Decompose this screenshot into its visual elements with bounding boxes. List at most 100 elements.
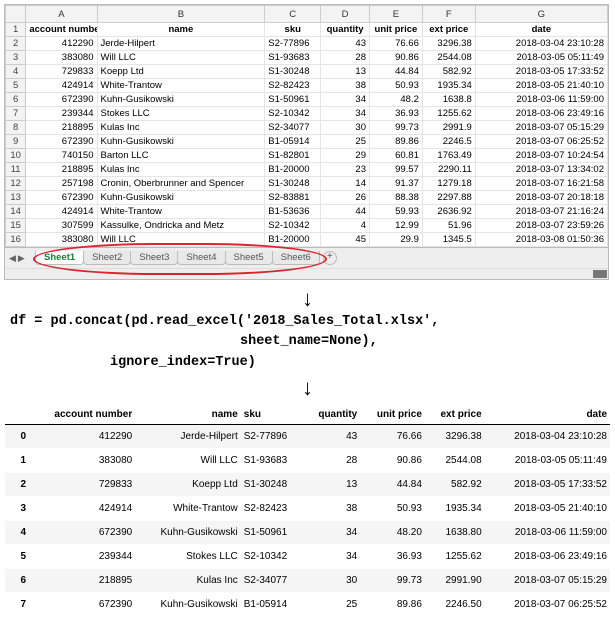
cell[interactable]: S1-30248	[265, 65, 321, 79]
cell[interactable]: 50.93	[370, 79, 423, 93]
cell[interactable]: 424914	[26, 205, 97, 219]
cell[interactable]: 60.81	[370, 149, 423, 163]
cell[interactable]: 90.86	[370, 51, 423, 65]
cell[interactable]: 4	[321, 219, 370, 233]
cell[interactable]: 23	[321, 163, 370, 177]
sheet-tab[interactable]: Sheet4	[177, 251, 225, 265]
sheet-nav[interactable]: ◀▶	[9, 253, 25, 264]
cell[interactable]: 2018-03-05 05:11:49	[475, 51, 607, 65]
cell[interactable]: S1-82801	[265, 149, 321, 163]
cell[interactable]: S2-83881	[265, 191, 321, 205]
cell[interactable]: 51.96	[422, 219, 475, 233]
cell[interactable]: 91.37	[370, 177, 423, 191]
cell[interactable]: 88.38	[370, 191, 423, 205]
row-header[interactable]: 1	[6, 23, 26, 37]
cell[interactable]: S2-82423	[265, 79, 321, 93]
cell[interactable]: 424914	[26, 79, 97, 93]
row-header[interactable]: 7	[6, 107, 26, 121]
cell[interactable]: Jerde-Hilpert	[97, 37, 265, 51]
excel-corner[interactable]	[6, 6, 26, 23]
cell[interactable]: White-Trantow	[97, 205, 265, 219]
cell[interactable]: 672390	[26, 135, 97, 149]
cell[interactable]: 2246.5	[422, 135, 475, 149]
cell[interactable]: S1-50961	[265, 93, 321, 107]
cell[interactable]: 44	[321, 205, 370, 219]
sheet-tab[interactable]: Sheet6	[272, 251, 320, 265]
cell[interactable]: 29.9	[370, 233, 423, 247]
row-header[interactable]: 5	[6, 79, 26, 93]
cell[interactable]: 2018-03-06 23:49:16	[475, 107, 607, 121]
cell[interactable]: 2018-03-07 23:59:26	[475, 219, 607, 233]
cell[interactable]: 2290.11	[422, 163, 475, 177]
cell[interactable]: 1638.8	[422, 93, 475, 107]
cell[interactable]: 13	[321, 65, 370, 79]
cell[interactable]: 89.86	[370, 135, 423, 149]
cell[interactable]: 2018-03-05 21:40:10	[475, 79, 607, 93]
cell[interactable]: 257198	[26, 177, 97, 191]
cell[interactable]: 76.66	[370, 37, 423, 51]
sheet-tab[interactable]: Sheet3	[130, 251, 178, 265]
cell[interactable]: 1345.5	[422, 233, 475, 247]
add-sheet-button[interactable]: +	[323, 251, 337, 265]
cell[interactable]: 218895	[26, 163, 97, 177]
cell[interactable]: S1-30248	[265, 177, 321, 191]
cell[interactable]: account number	[26, 23, 97, 37]
row-header[interactable]: 4	[6, 65, 26, 79]
cell[interactable]: 3296.38	[422, 37, 475, 51]
cell[interactable]: Koepp Ltd	[97, 65, 265, 79]
cell[interactable]: Barton LLC	[97, 149, 265, 163]
cell[interactable]: 1763.49	[422, 149, 475, 163]
col-header[interactable]: A	[26, 6, 97, 23]
row-header[interactable]: 11	[6, 163, 26, 177]
cell[interactable]: sku	[265, 23, 321, 37]
cell[interactable]: 2018-03-06 11:59:00	[475, 93, 607, 107]
cell[interactable]: 2991.9	[422, 121, 475, 135]
cell[interactable]: S1-93683	[265, 51, 321, 65]
cell[interactable]: 672390	[26, 191, 97, 205]
cell[interactable]: 12.99	[370, 219, 423, 233]
cell[interactable]: 218895	[26, 121, 97, 135]
row-header[interactable]: 3	[6, 51, 26, 65]
cell[interactable]: 383080	[26, 233, 97, 247]
cell[interactable]: Stokes LLC	[97, 107, 265, 121]
row-header[interactable]: 9	[6, 135, 26, 149]
row-header[interactable]: 6	[6, 93, 26, 107]
cell[interactable]: Kulas Inc	[97, 121, 265, 135]
col-header[interactable]: G	[475, 6, 607, 23]
cell[interactable]: 2018-03-07 16:21:58	[475, 177, 607, 191]
cell[interactable]: 2018-03-07 20:18:18	[475, 191, 607, 205]
cell[interactable]: 44.84	[370, 65, 423, 79]
cell[interactable]: 45	[321, 233, 370, 247]
cell[interactable]: 1279.18	[422, 177, 475, 191]
cell[interactable]: 43	[321, 37, 370, 51]
col-header[interactable]: D	[321, 6, 370, 23]
cell[interactable]: B1-20000	[265, 233, 321, 247]
cell[interactable]: Cronin, Oberbrunner and Spencer	[97, 177, 265, 191]
sheet-tab[interactable]: Sheet5	[225, 251, 273, 265]
cell[interactable]: B1-53636	[265, 205, 321, 219]
row-header[interactable]: 2	[6, 37, 26, 51]
cell[interactable]: 36.93	[370, 107, 423, 121]
cell[interactable]: 2636.92	[422, 205, 475, 219]
cell[interactable]: 582.92	[422, 65, 475, 79]
cell[interactable]: 30	[321, 121, 370, 135]
cell[interactable]: S2-10342	[265, 107, 321, 121]
cell[interactable]: 2018-03-07 10:24:54	[475, 149, 607, 163]
cell[interactable]: S2-77896	[265, 37, 321, 51]
row-header[interactable]: 15	[6, 219, 26, 233]
cell[interactable]: Will LLC	[97, 233, 265, 247]
row-header[interactable]: 14	[6, 205, 26, 219]
row-header[interactable]: 10	[6, 149, 26, 163]
cell[interactable]: 383080	[26, 51, 97, 65]
cell[interactable]: 2018-03-05 17:33:52	[475, 65, 607, 79]
cell[interactable]: 99.73	[370, 121, 423, 135]
cell[interactable]: quantity	[321, 23, 370, 37]
row-header[interactable]: 12	[6, 177, 26, 191]
cell[interactable]: ext price	[422, 23, 475, 37]
cell[interactable]: name	[97, 23, 265, 37]
row-header[interactable]: 8	[6, 121, 26, 135]
cell[interactable]: 729833	[26, 65, 97, 79]
cell[interactable]: 672390	[26, 93, 97, 107]
cell[interactable]: 34	[321, 107, 370, 121]
cell[interactable]: 25	[321, 135, 370, 149]
